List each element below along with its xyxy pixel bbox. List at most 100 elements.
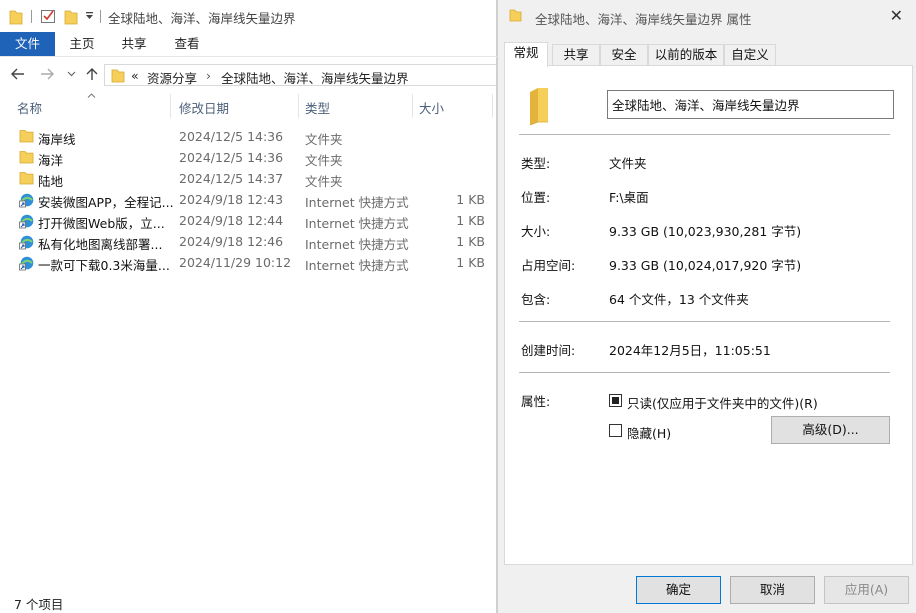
internet-shortcut-icon	[19, 213, 34, 229]
column-divider[interactable]	[412, 94, 413, 118]
internet-shortcut-icon	[19, 255, 34, 271]
file-size: 1 KB	[456, 213, 485, 228]
file-row[interactable]: 海洋 2024/12/5 14:36 文件夹	[0, 147, 497, 168]
file-name: 打开微图Web版，立...	[38, 216, 165, 231]
dialog-tabs: 常规 共享 安全 以前的版本 自定义	[504, 42, 914, 67]
size-label: 大小:	[521, 224, 551, 239]
internet-shortcut-icon	[19, 234, 34, 250]
hidden-checkbox[interactable]	[609, 424, 622, 437]
ribbon-tab-share[interactable]: 共享	[112, 32, 156, 56]
sort-ascending-icon	[87, 93, 96, 98]
advanced-button[interactable]: 高级(D)...	[771, 416, 890, 444]
attributes-label: 属性:	[521, 394, 551, 409]
up-arrow-icon[interactable]	[86, 67, 98, 81]
folder-name-field[interactable]: 全球陆地、海洋、海岸线矢量边界	[607, 90, 894, 119]
ribbon-tab-home[interactable]: 主页	[60, 32, 104, 56]
tab-general[interactable]: 常规	[504, 42, 548, 67]
tab-previous-versions[interactable]: 以前的版本	[648, 44, 724, 66]
folder-icon[interactable]	[9, 9, 23, 25]
file-date: 2024/9/18 12:46	[179, 234, 284, 249]
contains-value: 64 个文件，13 个文件夹	[609, 292, 749, 307]
column-header-size[interactable]: 大小	[419, 98, 444, 117]
divider	[519, 372, 890, 373]
column-divider[interactable]	[170, 94, 171, 118]
close-icon[interactable]: ✕	[890, 6, 903, 25]
tab-sharing[interactable]: 共享	[552, 44, 600, 66]
location-label: 位置:	[521, 190, 551, 205]
file-size: 1 KB	[456, 234, 485, 249]
file-type: Internet 快捷方式	[305, 216, 409, 231]
properties-icon[interactable]	[40, 8, 56, 24]
breadcrumb-item[interactable]: 资源分享	[147, 68, 197, 87]
file-date: 2024/12/5 14:36	[179, 150, 284, 165]
back-arrow-icon[interactable]	[11, 68, 25, 80]
recent-locations-chevron-icon[interactable]	[67, 71, 76, 77]
cancel-button[interactable]: 取消	[730, 576, 815, 604]
customize-dropdown-icon[interactable]	[85, 11, 94, 21]
ribbon-tab-view[interactable]: 查看	[165, 32, 209, 56]
divider	[519, 321, 890, 322]
created-value: 2024年12月5日，11:05:51	[609, 343, 771, 358]
file-type: 文件夹	[305, 132, 343, 147]
ribbon-tab-file[interactable]: 文件	[0, 32, 55, 56]
breadcrumb-overflow[interactable]: «	[131, 68, 139, 83]
hidden-checkbox-label[interactable]: 隐藏(H)	[627, 423, 671, 442]
tab-security[interactable]: 安全	[600, 44, 648, 66]
breadcrumb-separator-icon[interactable]: ›	[206, 68, 211, 83]
file-name: 私有化地图离线部署...	[38, 237, 163, 252]
properties-dialog: 全球陆地、海洋、海岸线矢量边界 属性 ✕ 常规 共享 安全 以前的版本 自定义 …	[497, 0, 916, 613]
column-header-date[interactable]: 修改日期	[179, 98, 229, 117]
file-name: 陆地	[38, 174, 64, 189]
column-divider[interactable]	[298, 94, 299, 118]
separator	[31, 10, 32, 23]
size-value: 9.33 GB (10,023,930,281 字节)	[609, 224, 802, 239]
file-row[interactable]: 安装微图APP，全程记... 2024/9/18 12:43 Internet 快捷…	[0, 189, 497, 210]
file-row[interactable]: 一款可下载0.3米海量... 2024/11/29 10:12 Internet 快…	[0, 252, 497, 273]
file-date: 2024/12/5 14:36	[179, 129, 284, 144]
tab-customize[interactable]: 自定义	[724, 44, 776, 66]
address-bar[interactable]: « 资源分享 › 全球陆地、海洋、海岸线矢量边界	[104, 64, 497, 86]
file-name: 一款可下载0.3米海量...	[38, 258, 170, 273]
created-label: 创建时间:	[521, 343, 576, 358]
file-row[interactable]: 打开微图Web版，立... 2024/9/18 12:44 Internet 快捷方…	[0, 210, 497, 231]
file-row[interactable]: 陆地 2024/12/5 14:37 文件夹	[0, 168, 497, 189]
forward-arrow-icon[interactable]	[40, 68, 54, 80]
file-type: Internet 快捷方式	[305, 237, 409, 252]
separator	[100, 10, 101, 23]
file-name: 海洋	[38, 153, 64, 168]
folder-icon	[19, 171, 34, 185]
column-header-type[interactable]: 类型	[305, 98, 330, 117]
file-size: 1 KB	[456, 255, 485, 270]
disk-size-label: 占用空间:	[521, 258, 576, 273]
file-date: 2024/9/18 12:44	[179, 213, 284, 228]
file-name: 海岸线	[38, 132, 76, 147]
readonly-checkbox-label[interactable]: 只读(仅应用于文件夹中的文件)(R)	[627, 393, 818, 412]
dialog-title: 全球陆地、海洋、海岸线矢量边界 属性	[535, 12, 752, 27]
window-title: 全球陆地、海洋、海岸线矢量边界	[108, 11, 296, 26]
address-bar-row: « 资源分享 › 全球陆地、海洋、海岸线矢量边界	[0, 56, 497, 92]
column-header-name[interactable]: 名称	[17, 98, 42, 117]
disk-size-value: 9.33 GB (10,024,017,920 字节)	[609, 258, 802, 273]
file-row[interactable]: 私有化地图离线部署... 2024/9/18 12:46 Internet 快捷方式…	[0, 231, 497, 252]
file-date: 2024/11/29 10:12	[179, 255, 292, 270]
breadcrumb-item[interactable]: 全球陆地、海洋、海岸线矢量边界	[221, 68, 409, 87]
general-tab-panel: 全球陆地、海洋、海岸线矢量边界 类型: 文件夹 位置: F:\桌面 大小: 9.…	[504, 65, 913, 565]
explorer-window: 全球陆地、海洋、海岸线矢量边界 文件 主页 共享 查看 « 资源分享 › 全球陆…	[0, 0, 497, 613]
folder-icon	[111, 69, 125, 83]
apply-button[interactable]: 应用(A)	[824, 576, 909, 604]
dialog-title-bar[interactable]: 全球陆地、海洋、海岸线矢量边界 属性 ✕	[506, 0, 916, 32]
location-value: F:\桌面	[609, 190, 649, 205]
folder-icon	[509, 9, 522, 22]
status-item-count: 7 个项目	[14, 597, 64, 612]
internet-shortcut-icon	[19, 192, 34, 208]
file-name: 安装微图APP，全程记...	[38, 195, 174, 210]
column-divider[interactable]	[492, 94, 493, 118]
file-date: 2024/9/18 12:43	[179, 192, 284, 207]
readonly-checkbox[interactable]	[609, 394, 622, 407]
new-folder-icon[interactable]	[64, 9, 78, 25]
file-row[interactable]: 海岸线 2024/12/5 14:36 文件夹	[0, 126, 497, 147]
file-date: 2024/12/5 14:37	[179, 171, 284, 186]
ok-button[interactable]: 确定	[636, 576, 721, 604]
folder-icon	[19, 129, 34, 143]
